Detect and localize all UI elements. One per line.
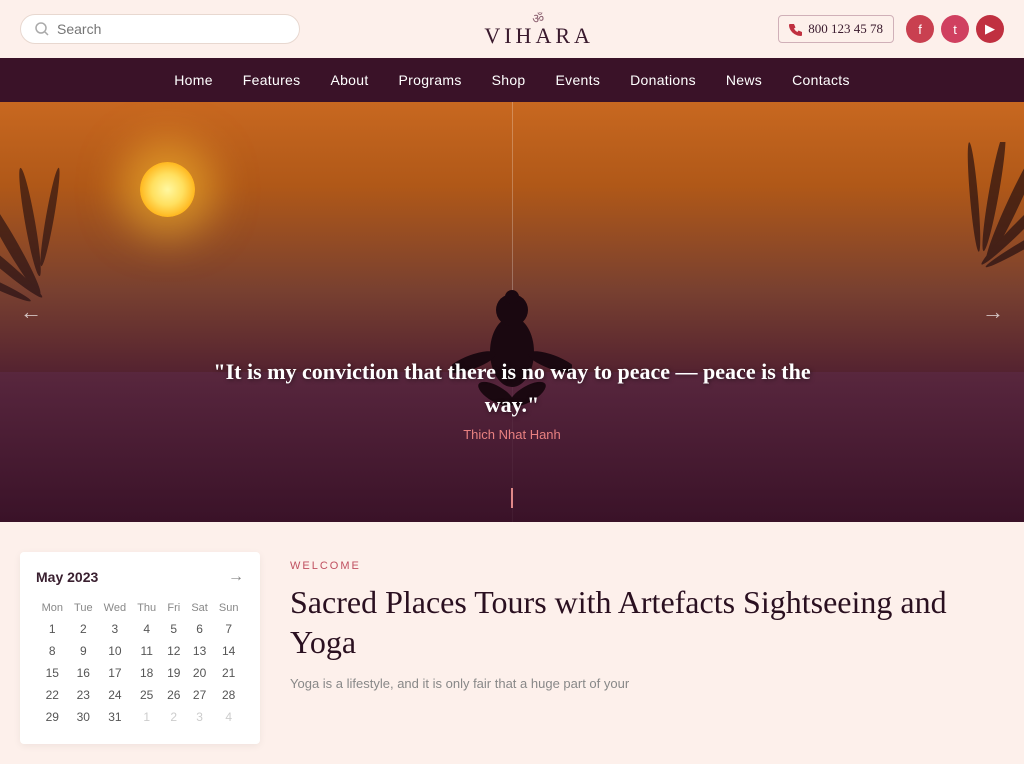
youtube-icon[interactable]: ▶ [976, 15, 1004, 43]
nav-donations[interactable]: Donations [630, 72, 696, 88]
calendar-week-row: 15161718192021 [36, 662, 244, 684]
nav-events[interactable]: Events [556, 72, 601, 88]
nav-features[interactable]: Features [243, 72, 301, 88]
quote-author: Thich Nhat Hanh [200, 427, 824, 442]
weekday-sun: Sun [213, 598, 244, 618]
calendar-day-cell[interactable]: 9 [69, 640, 99, 662]
quote-text: "It is my conviction that there is no wa… [200, 355, 824, 421]
calendar-day-cell[interactable]: 12 [162, 640, 186, 662]
nav-home[interactable]: Home [174, 72, 213, 88]
hero-section: ← → "It is my conviction that there is n… [0, 102, 1024, 522]
calendar-day-cell[interactable]: 2 [162, 706, 186, 728]
calendar-day-cell[interactable]: 15 [36, 662, 69, 684]
hero-next-button[interactable]: → [972, 289, 1014, 335]
weekday-thu: Thu [132, 598, 162, 618]
nav-shop[interactable]: Shop [492, 72, 526, 88]
calendar-widget: May 2023 → Mon Tue Wed Thu Fri Sat Sun 1… [20, 552, 260, 744]
calendar-day-cell[interactable]: 30 [69, 706, 99, 728]
calendar-day-cell[interactable]: 19 [162, 662, 186, 684]
calendar-header: May 2023 → [36, 568, 244, 586]
sun-decoration [140, 162, 195, 217]
calendar-day-cell[interactable]: 26 [162, 684, 186, 706]
nav-news[interactable]: News [726, 72, 762, 88]
calendar-day-cell[interactable]: 25 [132, 684, 162, 706]
hero-quote: "It is my conviction that there is no wa… [0, 355, 1024, 442]
calendar-day-cell[interactable]: 4 [213, 706, 244, 728]
slider-line [511, 488, 513, 508]
calendar-day-cell[interactable]: 16 [69, 662, 99, 684]
calendar-week-row: 891011121314 [36, 640, 244, 662]
calendar-month-label: May 2023 [36, 569, 98, 585]
twitter-icon[interactable]: t [941, 15, 969, 43]
below-hero-section: May 2023 → Mon Tue Wed Thu Fri Sat Sun 1… [0, 522, 1024, 764]
calendar-day-cell[interactable]: 22 [36, 684, 69, 706]
facebook-icon[interactable]: f [906, 15, 934, 43]
weekday-wed: Wed [98, 598, 132, 618]
weekday-sat: Sat [186, 598, 213, 618]
calendar-day-cell[interactable]: 1 [132, 706, 162, 728]
hero-background: ← → "It is my conviction that there is n… [0, 102, 1024, 522]
calendar-day-cell[interactable]: 21 [213, 662, 244, 684]
welcome-label: WELCOME [290, 560, 1004, 572]
calendar-day-cell[interactable]: 6 [186, 618, 213, 640]
calendar-day-cell[interactable]: 7 [213, 618, 244, 640]
nav-about[interactable]: About [330, 72, 368, 88]
search-input[interactable] [57, 21, 285, 37]
calendar-day-cell[interactable]: 2 [69, 618, 99, 640]
calendar-day-cell[interactable]: 3 [98, 618, 132, 640]
calendar-week-row: 1234567 [36, 618, 244, 640]
site-header: ॐ VIHARA 800 123 45 78 f t ▶ [0, 0, 1024, 58]
calendar-grid: Mon Tue Wed Thu Fri Sat Sun 123456789101… [36, 598, 244, 728]
calendar-day-cell[interactable]: 23 [69, 684, 99, 706]
calendar-week-row: 22232425262728 [36, 684, 244, 706]
search-icon [35, 22, 49, 36]
calendar-day-cell[interactable]: 17 [98, 662, 132, 684]
search-container [20, 14, 300, 44]
phone-icon [789, 23, 802, 36]
calendar-day-cell[interactable]: 29 [36, 706, 69, 728]
calendar-day-cell[interactable]: 24 [98, 684, 132, 706]
header-right: 800 123 45 78 f t ▶ [778, 15, 1004, 43]
site-logo: ॐ VIHARA [484, 12, 594, 47]
calendar-next-button[interactable]: → [228, 568, 244, 586]
calendar-day-cell[interactable]: 11 [132, 640, 162, 662]
weekday-mon: Mon [36, 598, 69, 618]
calendar-day-cell[interactable]: 1 [36, 618, 69, 640]
welcome-section: WELCOME Sacred Places Tours with Artefac… [290, 552, 1004, 695]
hero-prev-button[interactable]: ← [10, 289, 52, 335]
calendar-day-cell[interactable]: 3 [186, 706, 213, 728]
weekday-tue: Tue [69, 598, 99, 618]
welcome-description: Yoga is a lifestyle, and it is only fair… [290, 674, 1004, 695]
social-icons: f t ▶ [906, 15, 1004, 43]
calendar-weekdays-row: Mon Tue Wed Thu Fri Sat Sun [36, 598, 244, 618]
calendar-day-cell[interactable]: 4 [132, 618, 162, 640]
calendar-day-cell[interactable]: 31 [98, 706, 132, 728]
calendar-day-cell[interactable]: 5 [162, 618, 186, 640]
calendar-day-cell[interactable]: 27 [186, 684, 213, 706]
nav-programs[interactable]: Programs [399, 72, 462, 88]
calendar-day-cell[interactable]: 10 [98, 640, 132, 662]
slider-indicator [511, 488, 513, 508]
weekday-fri: Fri [162, 598, 186, 618]
welcome-title: Sacred Places Tours with Artefacts Sight… [290, 582, 1004, 662]
calendar-day-cell[interactable]: 18 [132, 662, 162, 684]
calendar-day-cell[interactable]: 20 [186, 662, 213, 684]
calendar-week-row: 2930311234 [36, 706, 244, 728]
calendar-day-cell[interactable]: 13 [186, 640, 213, 662]
calendar-day-cell[interactable]: 14 [213, 640, 244, 662]
nav-contacts[interactable]: Contacts [792, 72, 850, 88]
main-nav: Home Features About Programs Shop Events… [0, 58, 1024, 102]
calendar-day-cell[interactable]: 8 [36, 640, 69, 662]
phone-box: 800 123 45 78 [778, 15, 894, 43]
calendar-day-cell[interactable]: 28 [213, 684, 244, 706]
